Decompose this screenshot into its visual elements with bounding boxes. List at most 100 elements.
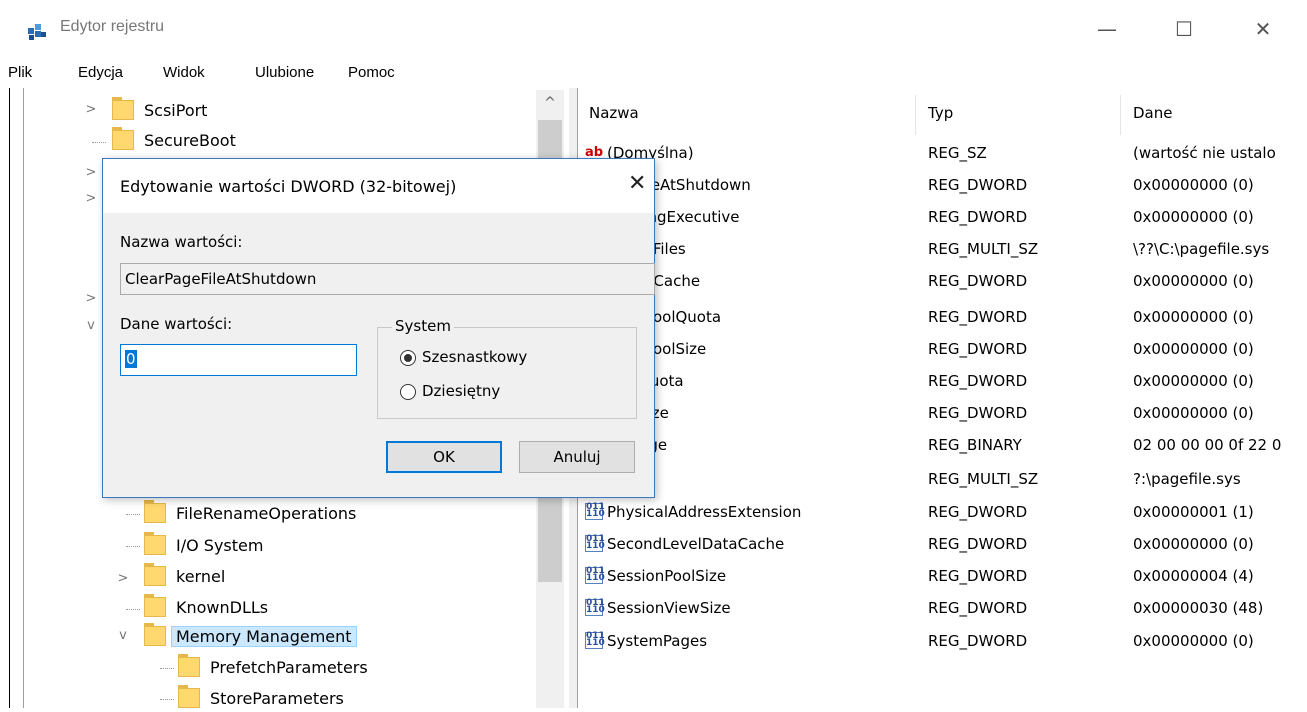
- menu-edycja[interactable]: Edycja: [78, 64, 123, 81]
- list-row[interactable]: leUsage REG_BINARY 02 00 00 00 0f 22 0: [583, 430, 1307, 461]
- list-row[interactable]: ageFileAtShutdown REG_DWORD 0x00000000 (…: [583, 170, 1307, 201]
- value-data: 0x00000000 (0): [1133, 208, 1254, 226]
- value-data: 02 00 00 00 0f 22 0: [1133, 436, 1282, 454]
- tree-item-secureboot[interactable]: SecureBoot: [112, 126, 236, 154]
- value-data-input[interactable]: 0: [120, 344, 357, 376]
- hex-radio[interactable]: [400, 350, 416, 366]
- value-data: 0x00000030 (48): [1133, 599, 1264, 617]
- collapse-chevron-icon[interactable]: v: [84, 318, 98, 333]
- tree-item-label: I/O System: [176, 535, 264, 555]
- scroll-up-arrow-icon[interactable]: ^: [536, 95, 564, 115]
- value-type: REG_DWORD: [928, 599, 1028, 617]
- tree-item-label: FileRenameOperations: [176, 503, 357, 523]
- value-name: PhysicalAddressExtension: [607, 503, 802, 521]
- value-type: REG_MULTI_SZ: [928, 240, 1039, 258]
- menu-widok[interactable]: Widok: [163, 64, 205, 81]
- column-header-data[interactable]: Dane: [1133, 104, 1172, 130]
- value-type: REG_DWORD: [928, 632, 1028, 650]
- tree-item-filerenameoperations[interactable]: FileRenameOperations: [144, 499, 356, 527]
- column-header-name[interactable]: Nazwa: [589, 104, 639, 130]
- list-row-default[interactable]: ab (Domyślna) REG_SZ (wartość nie ustalo: [583, 138, 1307, 169]
- list-row[interactable]: gFiles REG_MULTI_SZ ?:\pagefile.sys: [583, 464, 1307, 495]
- decimal-radio[interactable]: [400, 384, 416, 400]
- expand-chevron-icon[interactable]: >: [84, 291, 98, 306]
- dword-value-icon: 011 110: [585, 566, 605, 584]
- menu-pomoc[interactable]: Pomoc: [348, 64, 395, 81]
- folder-icon: [112, 127, 134, 150]
- tree-item-scsiport[interactable]: ScsiPort: [112, 96, 207, 124]
- value-data: ?:\pagefile.sys: [1133, 470, 1241, 488]
- menu-plik[interactable]: Plik: [8, 64, 32, 81]
- dword-value-icon: 011 110: [585, 631, 605, 649]
- tree-item-label: SecureBoot: [144, 130, 236, 150]
- value-type: REG_DWORD: [928, 272, 1028, 290]
- tree-item-label: StoreParameters: [210, 688, 344, 708]
- maximize-button[interactable]: ☐: [1161, 12, 1207, 46]
- tree-item-memory-management[interactable]: Memory Management: [144, 622, 357, 650]
- collapse-chevron-icon[interactable]: v: [116, 628, 130, 643]
- value-type: REG_DWORD: [928, 404, 1028, 422]
- close-window-button[interactable]: ✕: [1240, 12, 1286, 46]
- list-row[interactable]: 011 110 SessionPoolSize REG_DWORD 0x00000…: [583, 561, 1307, 592]
- list-row[interactable]: PoolSize REG_DWORD 0x00000000 (0): [583, 398, 1307, 429]
- value-type: REG_DWORD: [928, 208, 1028, 226]
- value-type: REG_DWORD: [928, 340, 1028, 358]
- value-name-label: Nazwa wartości:: [120, 233, 243, 251]
- decimal-radio-label[interactable]: Dziesiętny: [422, 382, 500, 400]
- value-data: 0x00000004 (4): [1133, 567, 1254, 585]
- left-edge: [9, 88, 10, 708]
- list-row[interactable]: agedPoolQuota REG_DWORD 0x00000000 (0): [583, 302, 1307, 333]
- value-data: 0x00000000 (0): [1133, 404, 1254, 422]
- tree-item-knowndlls[interactable]: KnownDLLs: [144, 593, 268, 621]
- menu-ulubione[interactable]: Ulubione: [255, 64, 314, 81]
- value-name: SessionViewSize: [607, 599, 731, 617]
- tree-item-prefetchparameters[interactable]: PrefetchParameters: [178, 653, 368, 681]
- dword-value-icon: 011 110: [585, 534, 605, 552]
- dialog-close-icon[interactable]: ✕: [628, 171, 646, 196]
- value-data-text: 0: [125, 350, 137, 368]
- value-type: REG_DWORD: [928, 176, 1028, 194]
- expand-chevron-icon[interactable]: >: [116, 571, 130, 586]
- folder-icon: [144, 532, 166, 555]
- value-data: (wartość nie ustalo: [1133, 144, 1276, 162]
- list-row[interactable]: ystemCache REG_DWORD 0x00000000 (0): [583, 266, 1307, 297]
- tree-item-io-system[interactable]: I/O System: [144, 531, 263, 559]
- value-name: SessionPoolSize: [607, 567, 727, 585]
- hex-radio-label[interactable]: Szesnastkowy: [422, 348, 527, 366]
- tree-item-label: KnownDLLs: [176, 597, 269, 617]
- list-row[interactable]: 011 110 SessionViewSize REG_DWORD 0x00000…: [583, 593, 1307, 624]
- list-row[interactable]: agedPoolSize REG_DWORD 0x00000000 (0): [583, 334, 1307, 365]
- value-data: 0x00000000 (0): [1133, 632, 1254, 650]
- expand-chevron-icon[interactable]: >: [84, 191, 98, 206]
- list-row[interactable]: ePagingExecutive REG_DWORD 0x00000000 (0…: [583, 202, 1307, 233]
- expand-chevron-icon[interactable]: >: [84, 165, 98, 180]
- column-separator[interactable]: [1120, 95, 1121, 135]
- list-row[interactable]: 011 110 PhysicalAddressExtension REG_DWOR…: [583, 497, 1307, 528]
- value-data: 0x00000000 (0): [1133, 535, 1254, 553]
- value-name: SystemPages: [607, 632, 708, 650]
- list-row[interactable]: 011 110 SecondLevelDataCache REG_DWORD 0x…: [583, 529, 1307, 560]
- dialog-title: Edytowanie wartości DWORD (32-bitowej): [120, 177, 457, 196]
- window-title: Edytor rejestru: [60, 18, 165, 35]
- folder-icon: [178, 685, 200, 708]
- list-row[interactable]: gPageFiles REG_MULTI_SZ \??\C:\pagefile.…: [583, 234, 1307, 265]
- ok-button[interactable]: OK: [386, 441, 502, 473]
- value-name-text: ClearPageFileAtShutdown: [125, 270, 317, 288]
- column-header-type[interactable]: Typ: [928, 104, 953, 130]
- folder-icon: [144, 563, 166, 586]
- cancel-button[interactable]: Anuluj: [519, 441, 635, 473]
- value-name: SecondLevelDataCache: [607, 535, 785, 553]
- expand-chevron-icon[interactable]: >: [84, 102, 98, 117]
- column-separator[interactable]: [915, 95, 916, 135]
- list-row[interactable]: 011 110 SystemPages REG_DWORD 0x00000000 …: [583, 626, 1307, 657]
- tree-item-kernel[interactable]: kernel: [144, 562, 225, 590]
- value-data: 0x00000000 (0): [1133, 340, 1254, 358]
- list-row[interactable]: PoolQuota REG_DWORD 0x00000000 (0): [583, 366, 1307, 397]
- value-type: REG_SZ: [928, 144, 987, 162]
- value-type: REG_MULTI_SZ: [928, 470, 1039, 488]
- tree-item-label: PrefetchParameters: [210, 657, 368, 677]
- minimize-button[interactable]: —: [1084, 12, 1130, 46]
- value-type: REG_DWORD: [928, 308, 1028, 326]
- folder-icon: [144, 594, 166, 617]
- value-type: REG_DWORD: [928, 372, 1028, 390]
